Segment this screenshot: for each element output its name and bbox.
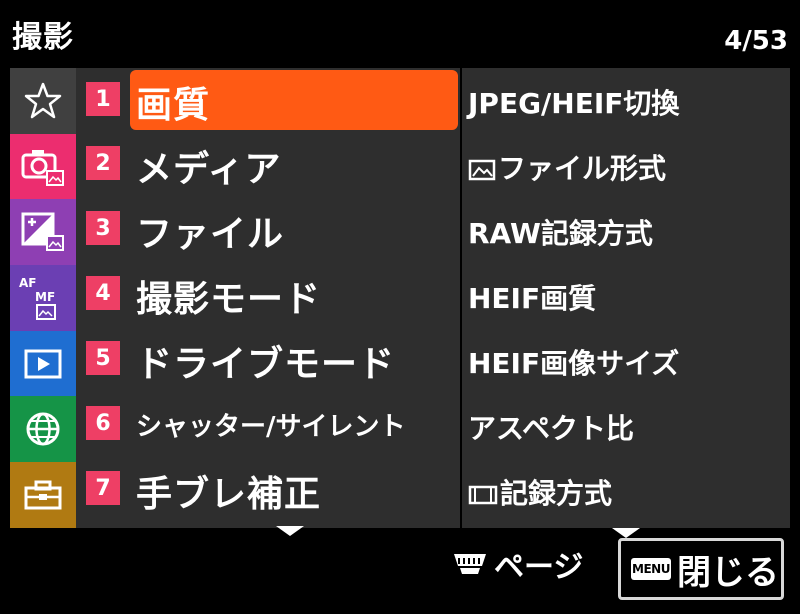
aspect-frame-icon xyxy=(468,485,498,505)
tab-setup[interactable] xyxy=(10,462,76,528)
menu-item-number: 1 xyxy=(86,82,120,116)
still-image-icon xyxy=(468,159,496,181)
menu-item-file[interactable]: 3 ファイル xyxy=(76,197,460,259)
menu-item-number: 3 xyxy=(86,211,120,245)
menu-item-media[interactable]: 2 メディア xyxy=(76,132,460,194)
menu-item-label: シャッター/サイレント xyxy=(136,412,406,442)
submenu-item[interactable]: ファイル形式 xyxy=(468,139,788,199)
submenu-item[interactable]: アスペクト比 xyxy=(468,399,788,459)
menu-item-label: ファイル xyxy=(136,214,285,255)
menu-list: 1 画質 2 メディア 3 ファイル 4 撮影モード 5 ドライブモード 6 シ… xyxy=(76,68,460,528)
menu-item-number: 5 xyxy=(86,341,120,375)
page-label: ページ xyxy=(494,550,584,585)
menu-item-number: 2 xyxy=(86,146,120,180)
camera-icon xyxy=(21,149,64,186)
submenu-item-label: アスペクト比 xyxy=(468,412,635,445)
scroll-down-arrow-right[interactable] xyxy=(612,528,640,538)
menu-item-number: 4 xyxy=(86,276,120,310)
menu-item-label: 撮影モード xyxy=(136,279,322,320)
menu-item-number: 7 xyxy=(86,471,120,505)
star-icon xyxy=(24,82,62,119)
submenu-item-label: 記録方式 xyxy=(500,477,613,510)
menu-item-label: 手ブレ補正 xyxy=(136,474,322,515)
header-title: 撮影 xyxy=(12,20,74,55)
tab-favorites[interactable] xyxy=(10,68,76,134)
submenu-item[interactable]: 記録方式 xyxy=(468,464,788,524)
close-button[interactable]: MENU 閉じる xyxy=(618,538,784,600)
category-tabs: AF MF xyxy=(10,68,76,528)
menu-button-icon: MENU xyxy=(631,558,671,580)
submenu-item-label: HEIF画質 xyxy=(468,282,597,315)
exposure-icon xyxy=(21,212,64,252)
submenu-item-label: RAW記録方式 xyxy=(468,217,653,250)
submenu-item[interactable]: HEIF画像サイズ xyxy=(468,334,788,394)
submenu-item-label: HEIF画像サイズ xyxy=(468,347,680,380)
tab-network[interactable] xyxy=(10,396,76,463)
af-mf-icon: AF MF xyxy=(19,276,56,320)
submenu-item[interactable]: JPEG/HEIF切換 xyxy=(468,74,788,134)
globe-icon xyxy=(26,412,60,446)
menu-item-shooting-mode[interactable]: 4 撮影モード xyxy=(76,262,460,324)
tab-shooting[interactable] xyxy=(10,133,76,200)
menu-item-shutter-silent[interactable]: 6 シャッター/サイレント xyxy=(76,392,460,454)
tab-exposure[interactable] xyxy=(10,199,76,266)
submenu-list: JPEG/HEIF切換 ファイル形式 RAW記録方式 HEIF画質 HEIF画像… xyxy=(462,68,790,528)
page-indicator: 4/53 xyxy=(724,26,788,56)
svg-text:MF: MF xyxy=(35,290,55,304)
dial-icon xyxy=(454,554,486,574)
playback-icon xyxy=(24,349,62,379)
submenu-item[interactable]: HEIF画質 xyxy=(468,269,788,329)
menu-item-image-stabilization[interactable]: 7 手ブレ補正 xyxy=(76,457,460,519)
toolbox-icon xyxy=(24,480,62,510)
svg-text:AF: AF xyxy=(19,276,36,290)
close-label: 閉じる xyxy=(677,552,779,593)
submenu-item-label: JPEG/HEIF切換 xyxy=(468,87,680,120)
scroll-down-arrow-left[interactable] xyxy=(276,526,304,536)
menu-item-label: メディア xyxy=(136,149,282,190)
tab-focus[interactable]: AF MF xyxy=(10,265,76,331)
submenu-item-label: ファイル形式 xyxy=(498,152,667,185)
page-dial-hint: ページ xyxy=(452,544,584,585)
submenu-item[interactable]: RAW記録方式 xyxy=(468,204,788,264)
menu-item-drive-mode[interactable]: 5 ドライブモード xyxy=(76,327,460,389)
menu-item-image-quality[interactable]: 1 画質 xyxy=(76,68,460,130)
tab-playback[interactable] xyxy=(10,330,76,397)
menu-item-label: ドライブモード xyxy=(136,344,396,385)
menu-item-number: 6 xyxy=(86,406,120,440)
menu-item-label: 画質 xyxy=(136,85,211,126)
